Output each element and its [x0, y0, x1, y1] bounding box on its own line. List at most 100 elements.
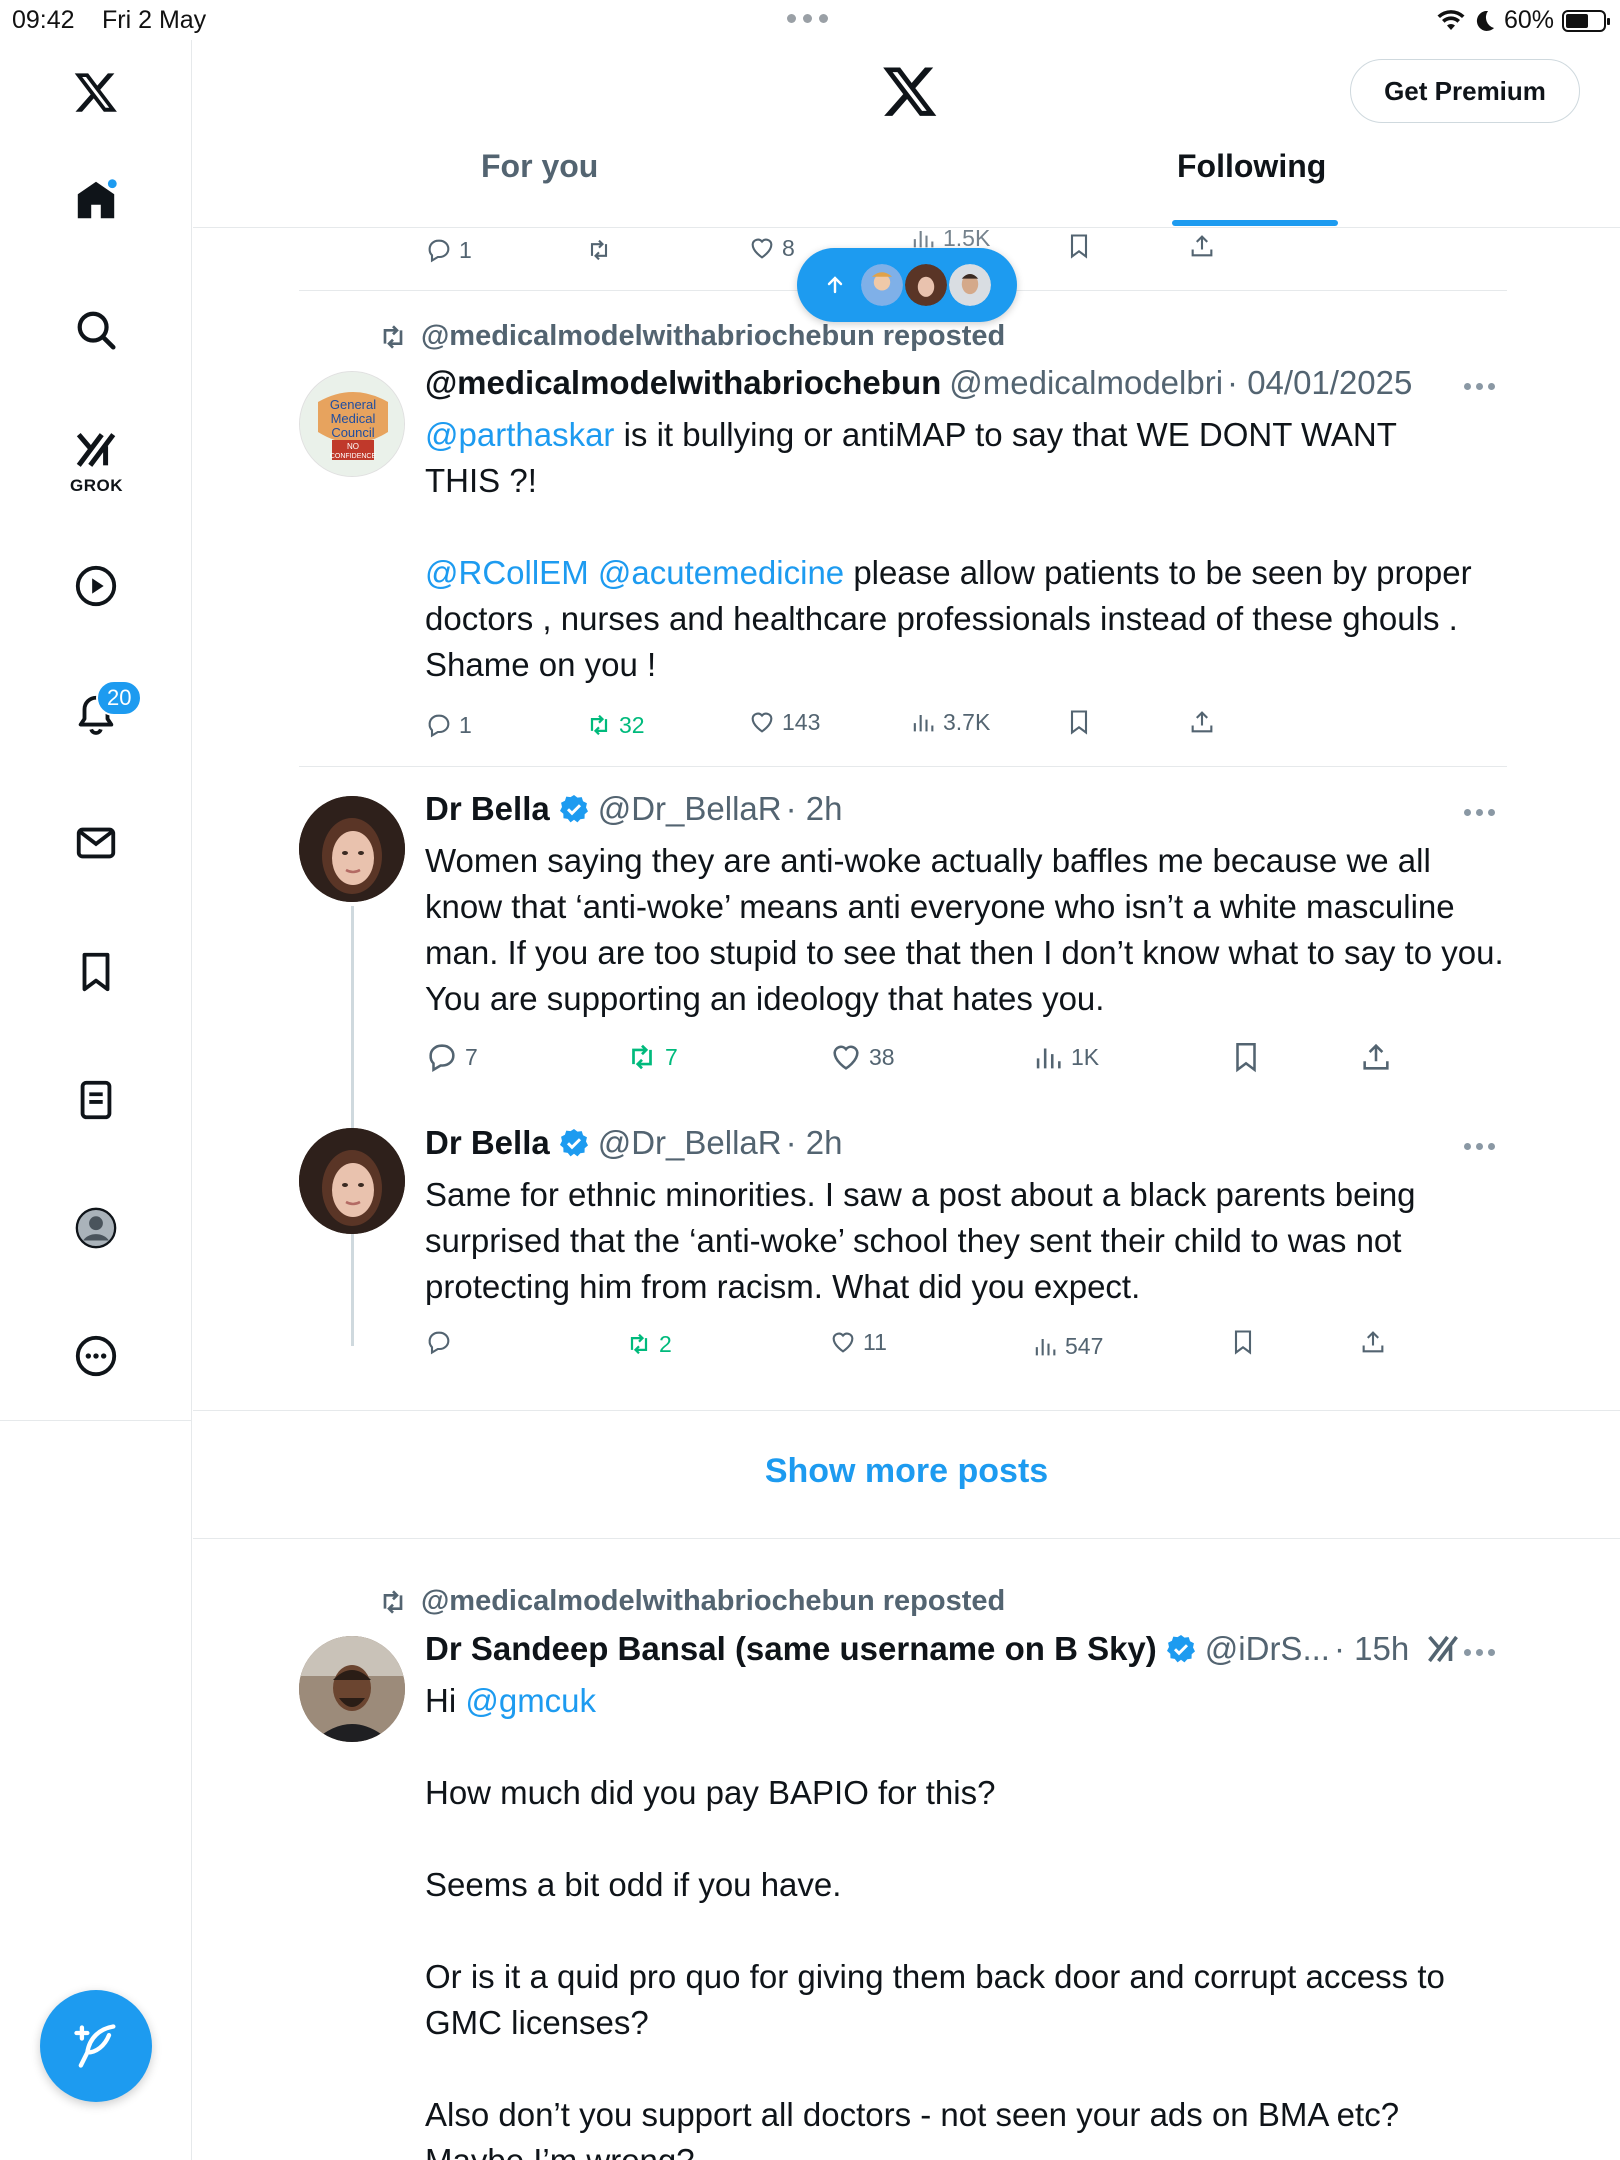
author-handle[interactable]: @iDrS...	[1205, 1630, 1330, 1668]
author-handle[interactable]: @Dr_BellaR	[598, 1124, 782, 1162]
views-button[interactable]: 3.7K	[909, 708, 990, 736]
get-premium-button[interactable]: Get Premium	[1350, 59, 1580, 123]
video-play-icon[interactable]	[66, 556, 126, 616]
repost-icon	[632, 1044, 652, 1070]
post-time[interactable]: · 2h	[786, 790, 843, 828]
like-count: 38	[869, 1043, 895, 1070]
avatar[interactable]: General Medical Council NO CONFIDENCE	[299, 371, 405, 477]
post-time[interactable]: · 04/01/2025	[1227, 364, 1412, 402]
views-button[interactable]: 1K	[1031, 1040, 1099, 1074]
share-icon	[1363, 1043, 1389, 1070]
more-options-icon[interactable]	[66, 1326, 126, 1386]
like-count: 8	[782, 234, 795, 261]
grok-icon[interactable]	[66, 420, 126, 480]
repost-button[interactable]: 32	[585, 711, 645, 739]
bookmarks-icon[interactable]	[66, 942, 126, 1002]
bookmark-button[interactable]	[1065, 232, 1093, 260]
tab-following[interactable]: Following	[1177, 148, 1326, 185]
x-logo-icon[interactable]	[66, 62, 126, 122]
like-button[interactable]: 143	[748, 708, 820, 736]
home-icon[interactable]	[66, 170, 126, 230]
verified-badge-icon	[1166, 1635, 1195, 1663]
share-button[interactable]	[1359, 1328, 1387, 1356]
avatar[interactable]	[299, 796, 405, 902]
avatar	[947, 262, 993, 308]
like-button[interactable]: 11	[829, 1328, 887, 1356]
new-posts-pill[interactable]	[797, 248, 1017, 322]
reply-button[interactable]: 7	[425, 1040, 478, 1074]
reply-button[interactable]	[425, 1328, 459, 1356]
author-handle[interactable]: @Dr_BellaR	[598, 790, 782, 828]
author-name[interactable]: @medicalmodelwithabriochebun	[425, 364, 941, 402]
more-options-icon[interactable]	[1464, 806, 1500, 818]
post-divider	[299, 766, 1507, 767]
views-button[interactable]: 547	[1031, 1332, 1103, 1360]
reply-icon	[428, 1331, 450, 1355]
compose-post-button[interactable]	[40, 1990, 152, 2102]
avatar-text-3: Council	[331, 425, 374, 440]
heart-icon	[833, 1045, 859, 1070]
mention-link[interactable]: @RCollEM	[425, 554, 589, 591]
author-name[interactable]: Dr Bella	[425, 1124, 550, 1162]
post-header: Dr Bella @Dr_BellaR · 2h	[425, 1124, 842, 1162]
share-button[interactable]	[1188, 232, 1216, 260]
like-count: 11	[863, 1328, 887, 1355]
reply-count: 7	[465, 1043, 478, 1070]
post-text-line: Maybe I’m wrong?	[425, 2138, 1510, 2160]
repost-indicator[interactable]: @medicalmodelwithabriochebun reposted	[377, 1585, 1005, 1618]
profile-avatar-icon[interactable]	[66, 1198, 126, 1258]
mention-link[interactable]: @parthaskar	[425, 416, 614, 453]
avatar-text-5: CONFIDENCE	[330, 453, 377, 460]
post-text-line: is it bullying or antiMAP to say that WE…	[614, 416, 1397, 453]
repost-indicator[interactable]: @medicalmodelwithabriochebun reposted	[377, 320, 1005, 353]
share-icon	[1191, 235, 1213, 257]
views-chart-icon	[1036, 1048, 1061, 1069]
section-divider	[193, 1538, 1620, 1539]
tab-for-you[interactable]: For you	[481, 148, 598, 185]
mention-link[interactable]: @acutemedicine	[598, 554, 844, 591]
sidebar: GROK 20	[0, 40, 192, 2160]
share-button[interactable]	[1359, 1040, 1393, 1074]
avatar	[859, 262, 905, 308]
messages-envelope-icon[interactable]	[66, 813, 126, 873]
like-button[interactable]: 38	[829, 1040, 895, 1074]
bookmark-button[interactable]	[1229, 1328, 1257, 1356]
mention-link[interactable]: @gmcuk	[465, 1682, 596, 1719]
bookmark-button[interactable]	[1229, 1040, 1263, 1074]
post-time[interactable]: · 15h	[1334, 1630, 1409, 1668]
more-options-icon[interactable]	[1464, 1140, 1500, 1152]
multitasking-dots-icon[interactable]	[787, 14, 828, 23]
author-name[interactable]: Dr Sandeep Bansal (same username on B Sk…	[425, 1630, 1157, 1668]
post-time[interactable]: · 2h	[786, 1124, 843, 1162]
repost-icon	[630, 1333, 648, 1355]
more-options-icon[interactable]	[1464, 380, 1500, 392]
avatar[interactable]	[299, 1636, 405, 1742]
author-name[interactable]: Dr Bella	[425, 790, 550, 828]
x-logo-icon[interactable]	[881, 62, 939, 120]
share-button[interactable]	[1188, 708, 1216, 736]
reply-button[interactable]: 1	[425, 236, 472, 264]
like-button[interactable]: 8	[748, 234, 795, 262]
verified-badge-icon	[559, 1129, 588, 1157]
show-more-posts-link[interactable]: Show more posts	[193, 1452, 1620, 1491]
grok-label: GROK	[70, 476, 123, 495]
more-options-icon[interactable]	[1464, 1646, 1500, 1658]
battery-icon	[1562, 9, 1610, 32]
arrow-up-icon	[827, 276, 843, 294]
repost-button[interactable]: 2	[625, 1330, 672, 1358]
share-icon	[1362, 1331, 1384, 1353]
post-text-line: Also don’t you support all doctors - not…	[425, 2096, 1400, 2133]
repost-button[interactable]: 7	[625, 1040, 678, 1074]
bookmark-button[interactable]	[1065, 708, 1093, 736]
reply-button[interactable]: 1	[425, 711, 472, 739]
post-header: Dr Bella @Dr_BellaR · 2h	[425, 790, 842, 828]
lists-icon[interactable]	[66, 1070, 126, 1130]
grok-icon[interactable]	[1425, 1631, 1461, 1667]
repost-button[interactable]	[585, 236, 613, 264]
avatar[interactable]	[299, 1128, 405, 1234]
search-icon[interactable]	[66, 300, 126, 360]
heart-icon	[751, 238, 773, 259]
like-count: 143	[782, 708, 821, 735]
author-handle[interactable]: @medicalmodelbri	[949, 364, 1223, 402]
sidebar-divider	[0, 1420, 192, 1421]
